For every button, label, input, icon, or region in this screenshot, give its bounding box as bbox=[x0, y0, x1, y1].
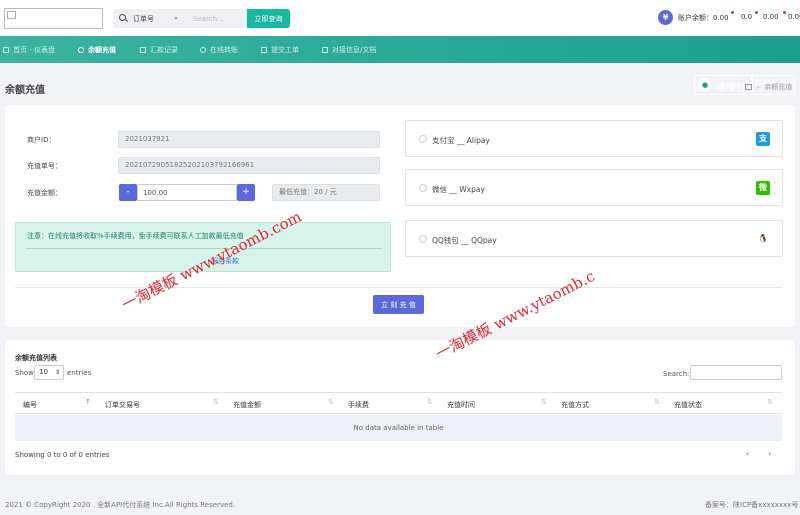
balance-4: 0.00 bbox=[788, 13, 800, 21]
table-search-input[interactable] bbox=[690, 365, 782, 380]
sort-icon[interactable]: ⇅ bbox=[541, 398, 547, 406]
column-header[interactable]: 充值状态 bbox=[674, 400, 702, 410]
column-header[interactable]: 充值时间 bbox=[447, 400, 475, 410]
search-type-select[interactable]: 订单号 bbox=[133, 14, 154, 24]
nav-api-docs[interactable]: 对接信息/文档 bbox=[322, 45, 376, 55]
next-page-button[interactable]: › bbox=[768, 449, 771, 458]
icp-number: 备案号：陕ICP备xxxxxxxx号 bbox=[705, 501, 799, 509]
site-logo[interactable] bbox=[4, 8, 103, 29]
column-header[interactable]: 手续费 bbox=[348, 400, 369, 410]
sort-icon[interactable]: ⇅ bbox=[427, 398, 433, 406]
home-icon bbox=[3, 47, 9, 53]
amount-label: 充值金额： bbox=[27, 189, 62, 197]
column-header[interactable]: 订单交易号 bbox=[105, 400, 140, 410]
page-length-select[interactable]: 10 ⇕ bbox=[34, 365, 64, 380]
qq-icon: 🐧 bbox=[756, 232, 770, 246]
copyright: 2021 © CopyRight 2020 . 全新API代付系统 Inc.Al… bbox=[5, 501, 236, 509]
status-dot bbox=[783, 11, 786, 14]
nav-recharge[interactable]: 余额充值 bbox=[78, 45, 116, 55]
order-no-label: 充值单号： bbox=[27, 162, 62, 170]
payment-option-alipay[interactable]: 支付宝 __ Alipay 支 bbox=[405, 120, 783, 157]
nav-ticket[interactable]: 提交工单 bbox=[261, 45, 299, 55]
column-header[interactable]: 充值方式 bbox=[561, 400, 589, 410]
top-bar: 订单号 ⌄ 立即查询 ¥ 账户余额：0.00 0.0 0.00 0.00 bbox=[0, 0, 800, 36]
search-group: 订单号 ⌄ bbox=[113, 9, 247, 28]
brand-icon: ● bbox=[698, 78, 712, 92]
decrease-button[interactable]: - bbox=[119, 184, 137, 201]
transfer-icon bbox=[200, 47, 206, 53]
table-header: 编号 ↑ 订单交易号 ⇅ 充值金额 ⇅ 手续费 ⇅ 充值时间 ⇅ 充值方式 ⇅ … bbox=[15, 392, 782, 414]
chart-icon bbox=[140, 47, 146, 53]
notice-text: 注意：在线充值将收取%手续费用，免手续费可联系人工加款最低充值 bbox=[27, 232, 244, 240]
merchant-id-field: 2021037921 bbox=[118, 131, 380, 148]
chevron-down-icon[interactable]: ⌄ bbox=[173, 13, 179, 21]
breadcrumb: › 余额充值 bbox=[745, 82, 792, 92]
sort-icon[interactable]: ⇅ bbox=[767, 398, 773, 406]
sort-icon[interactable]: ↑ bbox=[85, 398, 91, 406]
submit-recharge-button[interactable]: 立 刻 充 值 bbox=[373, 295, 424, 314]
edit-icon bbox=[261, 47, 267, 53]
search-button[interactable]: 立即查询 bbox=[247, 9, 290, 28]
column-header[interactable]: 充值金额 bbox=[233, 400, 261, 410]
status-dot bbox=[731, 11, 734, 14]
account-balance: 账户余额：0.00 bbox=[678, 14, 729, 22]
coin-icon bbox=[78, 47, 84, 53]
order-no-field: 202107290518252021037921669​61 bbox=[118, 157, 380, 174]
radio-button[interactable] bbox=[419, 235, 427, 243]
table-info: Showing 0 to 0 of 0 entries bbox=[15, 451, 110, 459]
wallet-icon: ¥ bbox=[658, 10, 673, 25]
home-icon[interactable] bbox=[745, 84, 752, 90]
balance-3: 0.00 bbox=[763, 13, 779, 21]
search-input[interactable] bbox=[193, 11, 241, 26]
page-title: 余额充值 bbox=[5, 85, 45, 96]
empty-table-row: No data available in table bbox=[15, 415, 782, 441]
footer: 2021 © CopyRight 2020 . 全新API代付系统 Inc.Al… bbox=[0, 490, 800, 515]
increase-button[interactable]: + bbox=[237, 184, 255, 201]
broken-image-icon bbox=[7, 11, 16, 19]
sort-icon[interactable]: ⇅ bbox=[213, 398, 219, 406]
prev-page-button[interactable]: ‹ bbox=[746, 449, 749, 458]
search-icon bbox=[119, 14, 126, 21]
amount-input[interactable] bbox=[137, 184, 237, 201]
nav-remit-records[interactable]: 汇款记录 bbox=[140, 45, 178, 55]
table-title: 余额充值列表 bbox=[15, 354, 57, 362]
column-header[interactable]: 编号 bbox=[23, 400, 37, 410]
main-nav: 首页 - 仪表盘 余额充值 汇款记录 在线转账 提交工单 对接信息/文档 ● 哆… bbox=[0, 36, 800, 95]
payment-option-qq[interactable]: QQ钱包 __ QQpay 🐧 bbox=[405, 220, 783, 257]
nav-transfer[interactable]: 在线转账 bbox=[200, 45, 238, 55]
balance-2: 0.0 bbox=[741, 13, 753, 21]
payment-option-wechat[interactable]: 微信 __ Wxpay 微 bbox=[405, 169, 783, 206]
doc-icon bbox=[322, 47, 328, 53]
wechat-icon: 微 bbox=[756, 181, 770, 195]
min-recharge-field: 最低充值：20 / 元 bbox=[272, 184, 380, 201]
merchant-id-label: 商户ID： bbox=[27, 136, 56, 144]
sort-icon[interactable]: ⇅ bbox=[654, 398, 660, 406]
chevron-updown-icon: ⇕ bbox=[54, 369, 60, 376]
alipay-icon: 支 bbox=[756, 132, 770, 146]
status-dot bbox=[755, 11, 758, 14]
sort-icon[interactable]: ⇅ bbox=[328, 398, 334, 406]
nav-dashboard[interactable]: 首页 - 仪表盘 bbox=[3, 45, 55, 55]
radio-button[interactable] bbox=[419, 135, 427, 143]
radio-button[interactable] bbox=[419, 184, 427, 192]
